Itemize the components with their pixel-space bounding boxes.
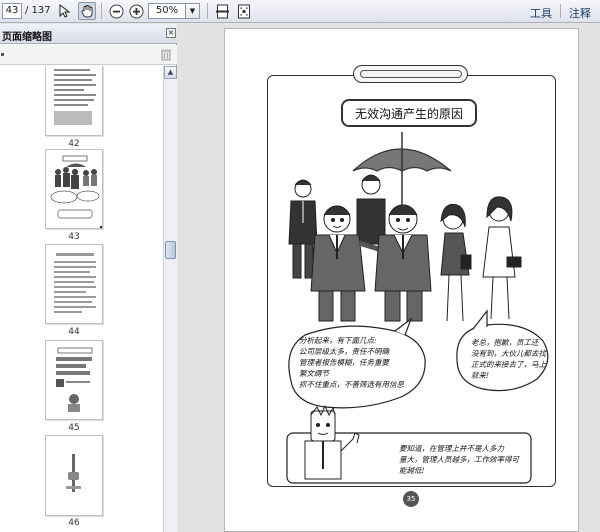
thumbnail-label: 44 — [68, 327, 80, 337]
trash-icon[interactable] — [160, 48, 172, 61]
document-page: 无效沟通产生的原因 分析起来，有下面几点: 公司层级太多，责任不明确 管理者报告… — [224, 28, 579, 532]
speech-bubble-right: 老总，抱歉，员工还 没有到，大伙儿都去找 正式的来接去了，马上 就来! — [471, 337, 557, 381]
page-thumbnail[interactable] — [45, 435, 103, 516]
scroll-up-icon[interactable]: ▲ — [164, 66, 177, 79]
bubble-line: 正式的来接去了，马上 — [471, 360, 546, 369]
comment-menu[interactable]: 注释 — [569, 5, 591, 21]
thumbnail-label: 46 — [68, 518, 80, 528]
thumbnail-scrollbar[interactable]: ▲ — [163, 66, 177, 532]
page-thumbnail[interactable] — [45, 244, 103, 324]
chevron-down-icon: ▼ — [189, 7, 196, 15]
page-number-input[interactable]: 43 — [2, 3, 22, 19]
bubble-line: 管理者报告模糊，任务重要 — [299, 358, 389, 367]
zoom-in-icon[interactable] — [127, 2, 145, 20]
page-thumbnail-current[interactable] — [45, 149, 103, 229]
bubble-line: 老总，抱歉，员工还 — [471, 338, 539, 347]
thumbnail-label: 43 — [68, 232, 80, 242]
fit-page-icon[interactable] — [213, 2, 231, 20]
scrollbar-thumb[interactable] — [165, 241, 176, 259]
thumbnail-label: 45 — [68, 423, 80, 433]
thumbnail-panel-title: 页面缩略图 — [2, 32, 52, 43]
page-number-badge: 35 — [403, 491, 419, 507]
thumbnail-panel-tools — [0, 45, 177, 65]
bubble-line: 没有到，大伙儿都去找 — [471, 349, 546, 358]
caption-line: 能越低! — [399, 466, 425, 475]
zoom-level-input[interactable]: 50% — [148, 3, 186, 19]
toolbar-separator — [560, 4, 561, 18]
bubble-line: 就来! — [471, 371, 490, 380]
close-icon[interactable]: × — [166, 28, 176, 38]
zoom-dropdown-button[interactable]: ▼ — [186, 3, 200, 19]
select-arrow-icon[interactable] — [55, 2, 73, 20]
toolbar-separator — [101, 3, 102, 19]
thumbnail-panel-header: 页面缩略图 × — [0, 24, 177, 44]
main-toolbar: 43 / 137 50% ▼ 工具 注释 — [0, 0, 600, 23]
bubble-line: 抓不住重点，不善筛选有用信息 — [299, 380, 404, 389]
options-icon[interactable] — [1, 53, 4, 56]
caption-line: 要知道，在管理上并不是人多力 — [399, 444, 504, 453]
tools-menu[interactable]: 工具 — [530, 5, 552, 21]
thumbnail-panel: 页面缩略图 × 42 43 44 45 46 ▲ — [0, 24, 177, 532]
bubble-line: 公司层级太多，责任不明确 — [299, 347, 389, 356]
bubble-line: 繁文缛节 — [299, 369, 329, 378]
page-total-label: / 137 — [25, 5, 51, 16]
fit-width-icon[interactable] — [235, 2, 253, 20]
page-thumbnail[interactable] — [45, 340, 103, 420]
document-viewer[interactable]: 无效沟通产生的原因 分析起来，有下面几点: 公司层级太多，责任不明确 管理者报告… — [178, 24, 600, 532]
page-thumbnail[interactable] — [45, 66, 103, 136]
thumbnail-label: 42 — [68, 139, 80, 149]
bubble-line: 分析起来，有下面几点: — [299, 336, 377, 345]
hand-icon[interactable] — [78, 2, 96, 20]
thumbnail-list: 42 43 44 45 46 — [0, 66, 163, 532]
speech-bubble-left: 分析起来，有下面几点: 公司层级太多，责任不明确 管理者报告模糊，任务重要 繁文… — [299, 335, 429, 390]
toolbar-separator — [207, 3, 208, 19]
bottom-caption: 要知道，在管理上并不是人多力 量大，管理人员越多，工作效率得可 能越低! — [399, 443, 529, 476]
caption-line: 量大，管理人员越多，工作效率得可 — [399, 455, 519, 464]
zoom-out-icon[interactable] — [107, 2, 125, 20]
